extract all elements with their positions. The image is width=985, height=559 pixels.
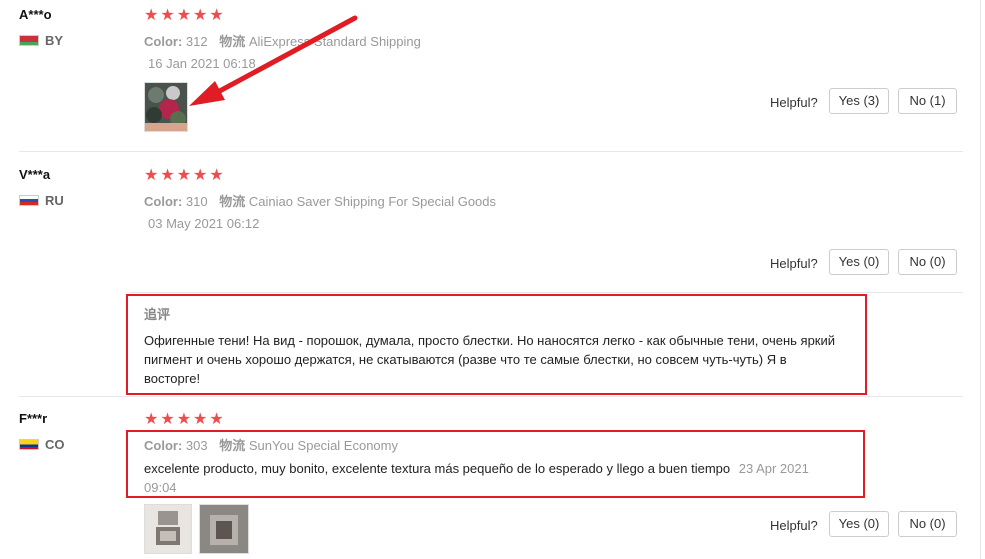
review-meta: Color: 310 物流 Cainiao Saver Shipping For… — [144, 191, 496, 210]
helpful-yes-button[interactable]: Yes (0) — [829, 249, 889, 275]
color-label: Color: — [144, 194, 183, 209]
review-date-time: 09:04 — [144, 480, 177, 495]
photo-image — [200, 505, 248, 553]
color-value: 303 — [185, 438, 208, 453]
color-label: Color: — [144, 34, 183, 49]
flag-by-icon — [19, 35, 39, 46]
country-code: BY — [45, 33, 64, 48]
rating-stars: ★★★★★ — [144, 167, 226, 184]
helpful-label: Helpful? — [770, 95, 818, 110]
reviewer-country: RU — [19, 193, 64, 208]
helpful-no-button[interactable]: No (1) — [898, 88, 957, 114]
followup-text: Офигенные тени! На вид - порошок, думала… — [144, 333, 836, 386]
followup-divider — [130, 292, 963, 293]
review-photo-thumbnail[interactable] — [144, 82, 188, 132]
review-photo-thumbnail[interactable] — [199, 504, 249, 554]
reviewer-name: V***a — [19, 167, 51, 182]
photo-image — [145, 83, 187, 131]
annotation-arrow-icon — [189, 15, 358, 106]
helpful-label: Helpful? — [770, 518, 818, 533]
shipping-label: 物流 — [219, 438, 246, 453]
review-divider — [19, 396, 963, 397]
review-divider — [19, 151, 963, 152]
reviewer-name: F***r — [19, 411, 48, 426]
flag-co-icon — [19, 439, 39, 450]
color-label: Color: — [144, 438, 183, 453]
country-code: CO — [45, 437, 65, 452]
shipping-label: 物流 — [219, 194, 246, 209]
shipping-value: SunYou Special Economy — [248, 438, 398, 453]
review-date: 23 Apr 2021 — [738, 461, 809, 476]
helpful-label: Helpful? — [770, 256, 818, 271]
review-meta: Color: 303 物流 SunYou Special Economy — [144, 435, 398, 454]
followup-label: 追评 — [144, 307, 171, 322]
flag-ru-icon — [19, 195, 39, 206]
photo-image — [145, 505, 191, 553]
review-date: 03 May 2021 06:12 — [148, 216, 260, 231]
color-value: 310 — [185, 194, 208, 209]
reviewer-country: CO — [19, 437, 65, 452]
helpful-no-button[interactable]: No (0) — [898, 249, 957, 275]
reviewer-name: A***o — [19, 7, 52, 22]
review-photo-thumbnail[interactable] — [144, 504, 192, 554]
helpful-yes-button[interactable]: Yes (0) — [829, 511, 889, 537]
shipping-value: Cainiao Saver Shipping For Special Goods — [248, 194, 497, 209]
helpful-yes-button[interactable]: Yes (3) — [829, 88, 889, 114]
helpful-no-button[interactable]: No (0) — [898, 511, 957, 537]
country-code: RU — [45, 193, 64, 208]
reviewer-country: BY — [19, 33, 63, 48]
scrollbar-track[interactable] — [980, 0, 981, 559]
review-body: excelente producto, muy bonito, excelent… — [144, 461, 731, 476]
review-text: excelente producto, muy bonito, excelent… — [144, 459, 809, 478]
rating-stars: ★★★★★ — [144, 411, 226, 428]
